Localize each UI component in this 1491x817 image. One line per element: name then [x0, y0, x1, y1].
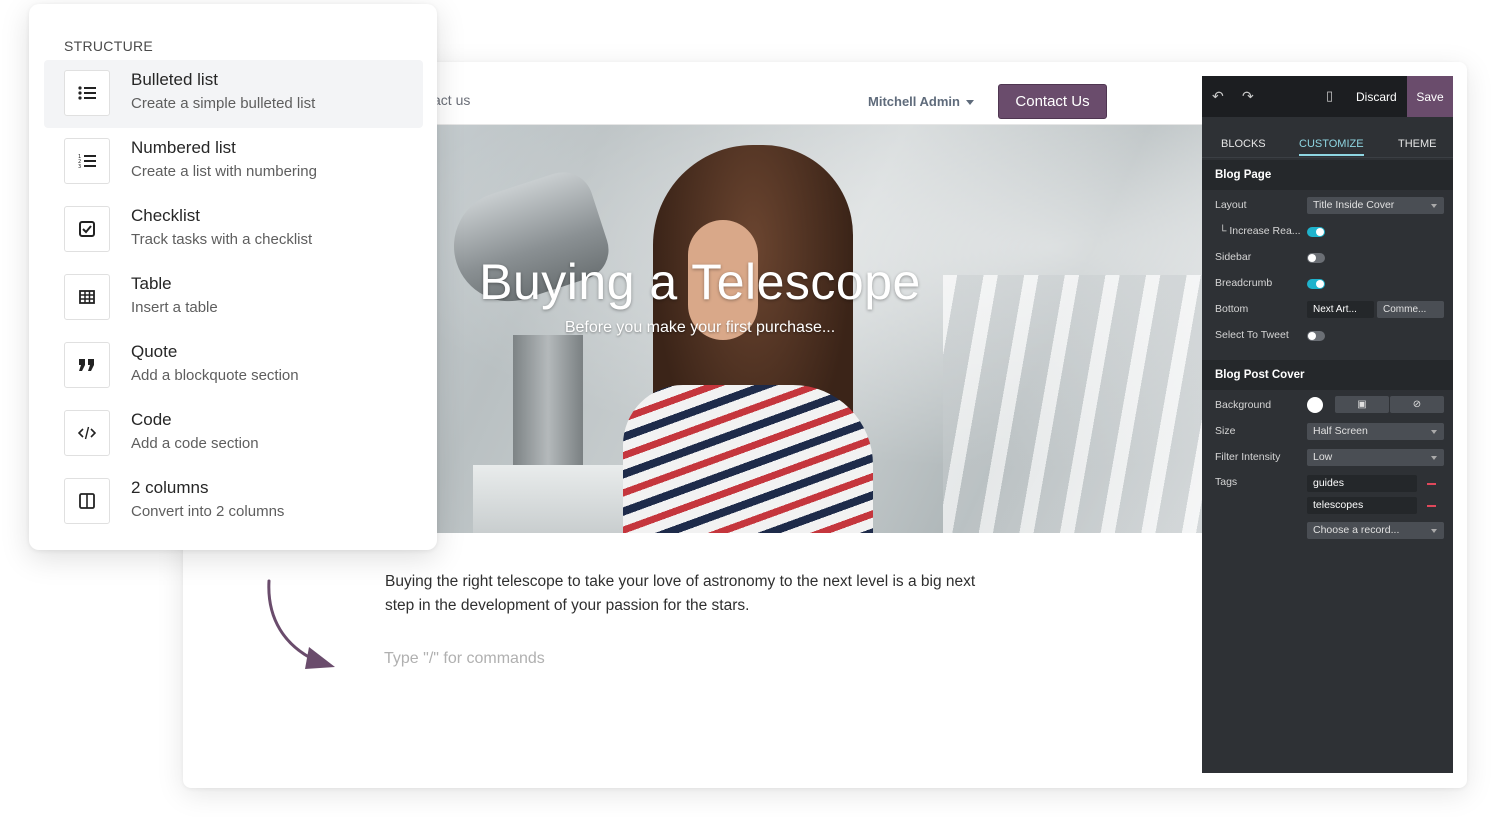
undo-icon[interactable]: ↶ [1212, 88, 1224, 105]
tab-theme[interactable]: THEME [1398, 138, 1437, 150]
mobile-preview-icon[interactable]: ▯ [1326, 88, 1333, 104]
command-bulleted-list[interactable]: Bulleted list Create a simple bulleted l… [44, 60, 423, 128]
editor-panel: ↶ ↷ ▯ Discard Save BLOCKS CUSTOMIZE THEM… [1202, 76, 1453, 773]
numbered-list-icon: 123 [64, 138, 110, 184]
tag-item: telescopes [1307, 497, 1417, 514]
table-icon [64, 274, 110, 320]
command-title: 2 columns [131, 478, 209, 497]
editor-toolbar: ↶ ↷ ▯ Discard Save [1202, 76, 1453, 117]
cover-railing-image [943, 275, 1202, 533]
user-name: Mitchell Admin [868, 94, 960, 109]
size-value: Half Screen [1313, 425, 1368, 437]
two-columns-icon [64, 478, 110, 524]
tags-label: Tags [1215, 476, 1238, 488]
background-color-swatch[interactable] [1307, 397, 1323, 413]
dropdown-icon [1431, 529, 1437, 533]
bottom-next-article-button[interactable]: Next Art... [1307, 301, 1374, 318]
nav-link-contact[interactable]: act us [433, 92, 470, 108]
save-button[interactable]: Save [1407, 76, 1453, 117]
layout-select[interactable]: Title Inside Cover [1307, 197, 1444, 214]
dropdown-icon [1431, 456, 1437, 460]
user-menu[interactable]: Mitchell Admin [868, 94, 974, 109]
command-title: Numbered list [131, 138, 236, 157]
layout-value: Title Inside Cover [1313, 199, 1395, 211]
command-title: Table [131, 274, 172, 293]
striped-shirt-image [623, 385, 873, 533]
select-to-tweet-toggle[interactable] [1307, 331, 1325, 341]
increase-readability-label: └ Increase Rea... [1219, 225, 1301, 237]
no-image-icon[interactable]: ⊘ [1390, 396, 1444, 413]
command-title: Code [131, 410, 172, 429]
command-description: Add a blockquote section [131, 367, 299, 384]
camera-icon[interactable]: ▣ [1335, 396, 1389, 413]
command-numbered-list[interactable]: 123 Numbered list Create a list with num… [44, 128, 423, 196]
tab-blocks[interactable]: BLOCKS [1221, 138, 1266, 150]
command-description: Create a simple bulleted list [131, 95, 316, 112]
dropdown-icon [1431, 204, 1437, 208]
background-label: Background [1215, 399, 1272, 411]
sidebar-label: Sidebar [1215, 251, 1252, 263]
command-description: Convert into 2 columns [131, 503, 285, 520]
filter-intensity-select[interactable]: Low [1307, 449, 1444, 466]
bottom-comments-button[interactable]: Comme... [1377, 301, 1444, 318]
quote-icon [64, 342, 110, 388]
select-to-tweet-label: Select To Tweet [1215, 329, 1289, 341]
remove-tag-icon[interactable] [1427, 483, 1436, 485]
section-blog-post-cover: Blog Post Cover [1202, 360, 1453, 390]
curved-arrow-icon [267, 579, 335, 669]
size-label: Size [1215, 425, 1236, 437]
command-table[interactable]: Table Insert a table [44, 264, 423, 332]
command-two-columns[interactable]: 2 columns Convert into 2 columns [44, 468, 423, 536]
discard-button[interactable]: Discard [1356, 90, 1397, 104]
dropdown-icon [1431, 430, 1437, 434]
command-quote[interactable]: Quote Add a blockquote section [44, 332, 423, 400]
caret-down-icon [965, 100, 974, 106]
checklist-icon [64, 206, 110, 252]
command-checklist[interactable]: Checklist Track tasks with a checklist [44, 196, 423, 264]
post-body-text[interactable]: Buying the right telescope to take your … [385, 570, 1005, 618]
redo-icon[interactable]: ↷ [1242, 88, 1254, 105]
increase-readability-toggle[interactable] [1307, 227, 1325, 237]
choose-record-select[interactable]: Choose a record... [1307, 522, 1444, 539]
breadcrumb-label: Breadcrumb [1215, 277, 1273, 289]
filter-value: Low [1313, 451, 1333, 463]
command-placeholder[interactable]: Type "/" for commands [384, 650, 545, 668]
size-select[interactable]: Half Screen [1307, 423, 1444, 440]
command-palette: STRUCTURE Bulleted list Create a simple … [29, 4, 437, 550]
sidebar-toggle[interactable] [1307, 253, 1325, 263]
palette-category-heading: STRUCTURE [64, 38, 154, 54]
bulleted-list-icon [64, 70, 110, 116]
command-title: Checklist [131, 206, 200, 225]
layout-label: Layout [1215, 199, 1247, 211]
command-title: Quote [131, 342, 178, 361]
contact-us-button[interactable]: Contact Us [998, 84, 1107, 119]
command-code[interactable]: Code Add a code section [44, 400, 423, 468]
command-description: Add a code section [131, 435, 259, 452]
remove-tag-icon[interactable] [1427, 505, 1436, 507]
command-description: Track tasks with a checklist [131, 231, 313, 248]
tag-item: guides [1307, 475, 1417, 492]
section-blog-page: Blog Page [1202, 160, 1453, 190]
command-description: Insert a table [131, 299, 218, 316]
editor-tabs: BLOCKS CUSTOMIZE THEME [1202, 117, 1453, 158]
choose-record-text: Choose a record... [1313, 524, 1400, 536]
bottom-label: Bottom [1215, 303, 1249, 315]
command-description: Create a list with numbering [131, 163, 317, 180]
tab-customize[interactable]: CUSTOMIZE [1299, 138, 1364, 156]
breadcrumb-toggle[interactable] [1307, 279, 1325, 289]
filter-intensity-label: Filter Intensity [1215, 451, 1281, 463]
command-title: Bulleted list [131, 70, 218, 89]
code-icon [64, 410, 110, 456]
svg-text:3: 3 [78, 164, 81, 169]
